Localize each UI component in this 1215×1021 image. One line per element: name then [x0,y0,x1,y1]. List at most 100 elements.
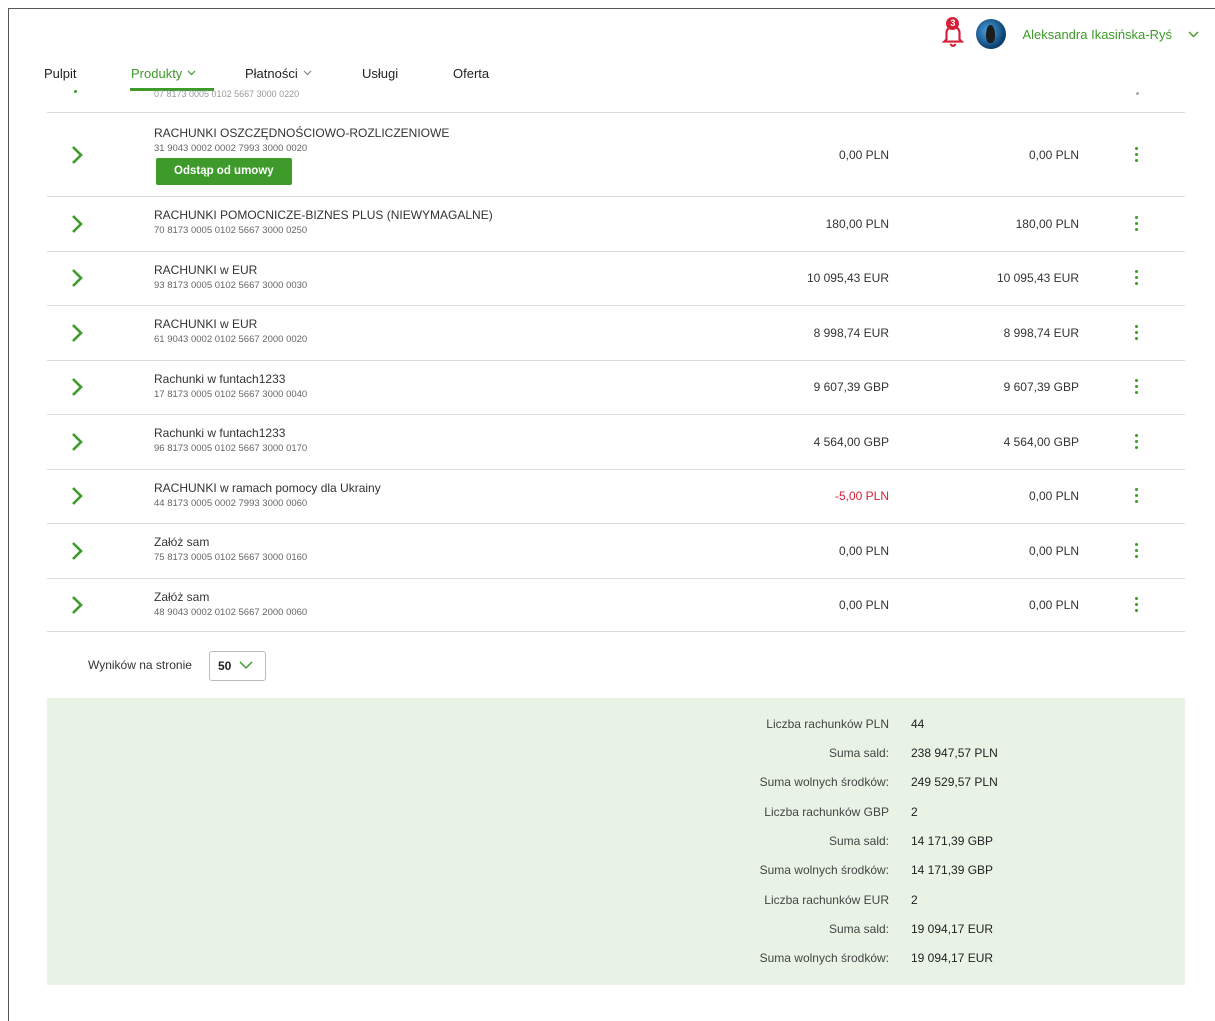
account-number: 70 8173 0005 0102 5667 3000 0250 [154,225,308,236]
chevron-right-icon[interactable] [69,540,85,562]
nav-pulpit[interactable]: Pulpit [44,66,131,81]
summary-value: 19 094,17 EUR [911,951,994,965]
account-balance: 8 998,74 EUR [813,325,889,340]
chevron-right-icon[interactable] [69,213,85,235]
account-number: 61 9043 0002 0102 5667 2000 0020 [154,334,308,345]
notifications-bell-icon[interactable]: 3 [940,17,966,47]
user-name[interactable]: Aleksandra Ikasińska-Ryś [1022,27,1172,42]
accounts-summary: Liczba rachunków PLN 44 Suma sald: 238 947… [47,698,1185,985]
table-row[interactable]: RACHUNKI OSZCZĘDNOŚCIOWO-ROZLICZENIOWE 3… [47,112,1185,196]
cut-row-number: 07 8173 0005 0102 5667 3000 0220 [154,89,300,97]
account-balance: 10 095,43 EUR [806,271,889,286]
summary-label: Liczba rachunków EUR [764,893,889,907]
account-balance: 9 607,39 GBP [813,380,889,395]
account-available: 0,00 PLN [1028,543,1079,558]
summary-label: Suma sald: [828,746,889,760]
account-available: 0,00 PLN [1028,147,1079,162]
chevron-right-icon[interactable] [69,594,85,616]
summary-row: Suma sald: 14 171,39 GBP [47,834,1185,854]
results-per-page-value: 50 [218,659,232,673]
more-options-icon[interactable] [1135,324,1139,341]
nav-label: Oferta [453,66,490,81]
user-bar: 3 Aleksandra Ikasińska-Ryś [940,16,1199,52]
table-row[interactable]: Załóż sam 48 9043 0002 0102 5667 2000 00… [47,577,1185,632]
summary-row: Suma wolnych środków: 14 171,39 GBP [47,863,1185,883]
summary-row: Suma sald: 238 947,57 PLN [47,746,1185,766]
chevron-right-icon[interactable] [69,485,85,507]
summary-value: 249 529,57 PLN [911,775,998,789]
account-number: 93 8173 0005 0102 5667 3000 0030 [154,279,308,291]
summary-label: Suma sald: [828,922,889,936]
more-options-icon[interactable] [1135,542,1139,559]
account-name: RACHUNKI w EUR [154,317,258,331]
summary-label: Suma wolnych środków: [759,863,889,877]
results-per-page-label: Wyników na stronie [88,658,192,672]
more-options-icon[interactable] [1135,433,1139,450]
summary-label: Liczba rachunków PLN [766,717,889,731]
nav-platnosci[interactable]: Płatności [245,66,362,81]
account-available: 10 095,43 EUR [996,271,1079,286]
account-number: 31 9043 0002 0002 7993 3000 0020 [154,143,308,154]
summary-row: Liczba rachunków PLN 44 [47,717,1185,737]
summary-value: 44 [911,717,925,731]
table-row[interactable]: RACHUNKI w ramach pomocy dla Ukrainy 44 … [47,468,1185,524]
summary-label: Liczba rachunków GBP [764,805,889,819]
account-number: 96 8173 0005 0102 5667 3000 0170 [154,443,308,454]
cut-row-kebab-fragment [1136,92,1139,95]
summary-row: Suma sald: 19 094,17 EUR [47,922,1185,942]
table-row[interactable]: RACHUNKI POMOCNICZE-BIZNES PLUS (NIEWYMA… [47,196,1185,251]
more-options-icon[interactable] [1135,215,1139,232]
nav-label: Płatności [245,66,298,81]
summary-row: Liczba rachunków GBP 2 [47,805,1185,825]
more-options-icon[interactable] [1135,270,1139,286]
avatar[interactable] [976,19,1007,49]
chevron-right-icon[interactable] [69,431,85,453]
table-row[interactable]: Załóż sam 75 8173 0005 0102 5667 3000 01… [47,523,1185,578]
nav-label: Usługi [362,66,399,81]
account-number: 75 8173 0005 0102 5667 3000 0160 [154,552,308,563]
table-row[interactable]: RACHUNKI w EUR 93 8173 0005 0102 5667 30… [47,250,1185,306]
more-options-icon[interactable] [1135,488,1139,504]
account-balance-negative: -5,00 PLN [834,489,889,504]
more-options-icon[interactable] [1135,146,1139,163]
chevron-right-icon[interactable] [69,267,85,289]
account-name: RACHUNKI w ramach pomocy dla Ukrainy [154,480,381,495]
account-balance: 180,00 PLN [825,216,889,231]
table-row[interactable]: Rachunki w funtach1233 96 8173 0005 0102… [47,414,1185,469]
nav-oferta[interactable]: Oferta [453,66,489,81]
account-available: 8 998,74 EUR [1003,325,1079,340]
account-balance: 4 564,00 GBP [813,434,889,449]
summary-row: Suma wolnych środków: 249 529,57 PLN [47,775,1185,795]
account-name: Rachunki w funtach1233 [154,371,286,386]
nav-uslugi[interactable]: Usługi [362,66,453,81]
summary-label: Suma wolnych środków: [759,951,889,965]
account-available: 0,00 PLN [1028,597,1079,612]
chevron-down-icon[interactable] [1188,27,1199,41]
account-available: 0,00 PLN [1028,489,1079,504]
table-row[interactable]: RACHUNKI w EUR 61 9043 0002 0102 5667 20… [47,305,1185,360]
more-options-icon[interactable] [1135,379,1139,395]
account-name: Załóż sam [154,535,210,549]
account-name: Rachunki w funtach1233 [154,426,286,440]
nav-produkty[interactable]: Produkty [131,66,245,81]
chevron-right-icon[interactable] [69,376,85,398]
account-name: RACHUNKI w EUR [154,262,258,277]
accounts-table: RACHUNKI OSZCZĘDNOŚCIOWO-ROZLICZENIOWE 3… [47,112,1185,632]
nav-label: Pulpit [44,66,77,81]
chevron-right-icon[interactable] [69,322,85,344]
summary-value: 2 [911,893,918,907]
withdraw-contract-button[interactable]: Odstąp od umowy [156,158,292,185]
chevron-down-icon [239,661,253,670]
results-per-page-select[interactable]: 50 [209,651,266,681]
chevron-right-icon[interactable] [69,144,85,166]
chevron-down-icon [187,68,196,79]
account-balance: 0,00 PLN [838,147,889,162]
summary-label: Suma sald: [828,834,889,848]
main-nav: Pulpit Produkty Płatności Usługi Oferta [44,66,489,81]
account-number: 44 8173 0005 0002 7993 3000 0060 [154,497,308,509]
table-row[interactable]: Rachunki w funtach1233 17 8173 0005 0102… [47,359,1185,415]
account-balance: 0,00 PLN [838,597,889,612]
summary-value: 238 947,57 PLN [911,746,998,760]
more-options-icon[interactable] [1135,596,1139,613]
account-name: RACHUNKI OSZCZĘDNOŚCIOWO-ROZLICZENIOWE [154,126,450,140]
